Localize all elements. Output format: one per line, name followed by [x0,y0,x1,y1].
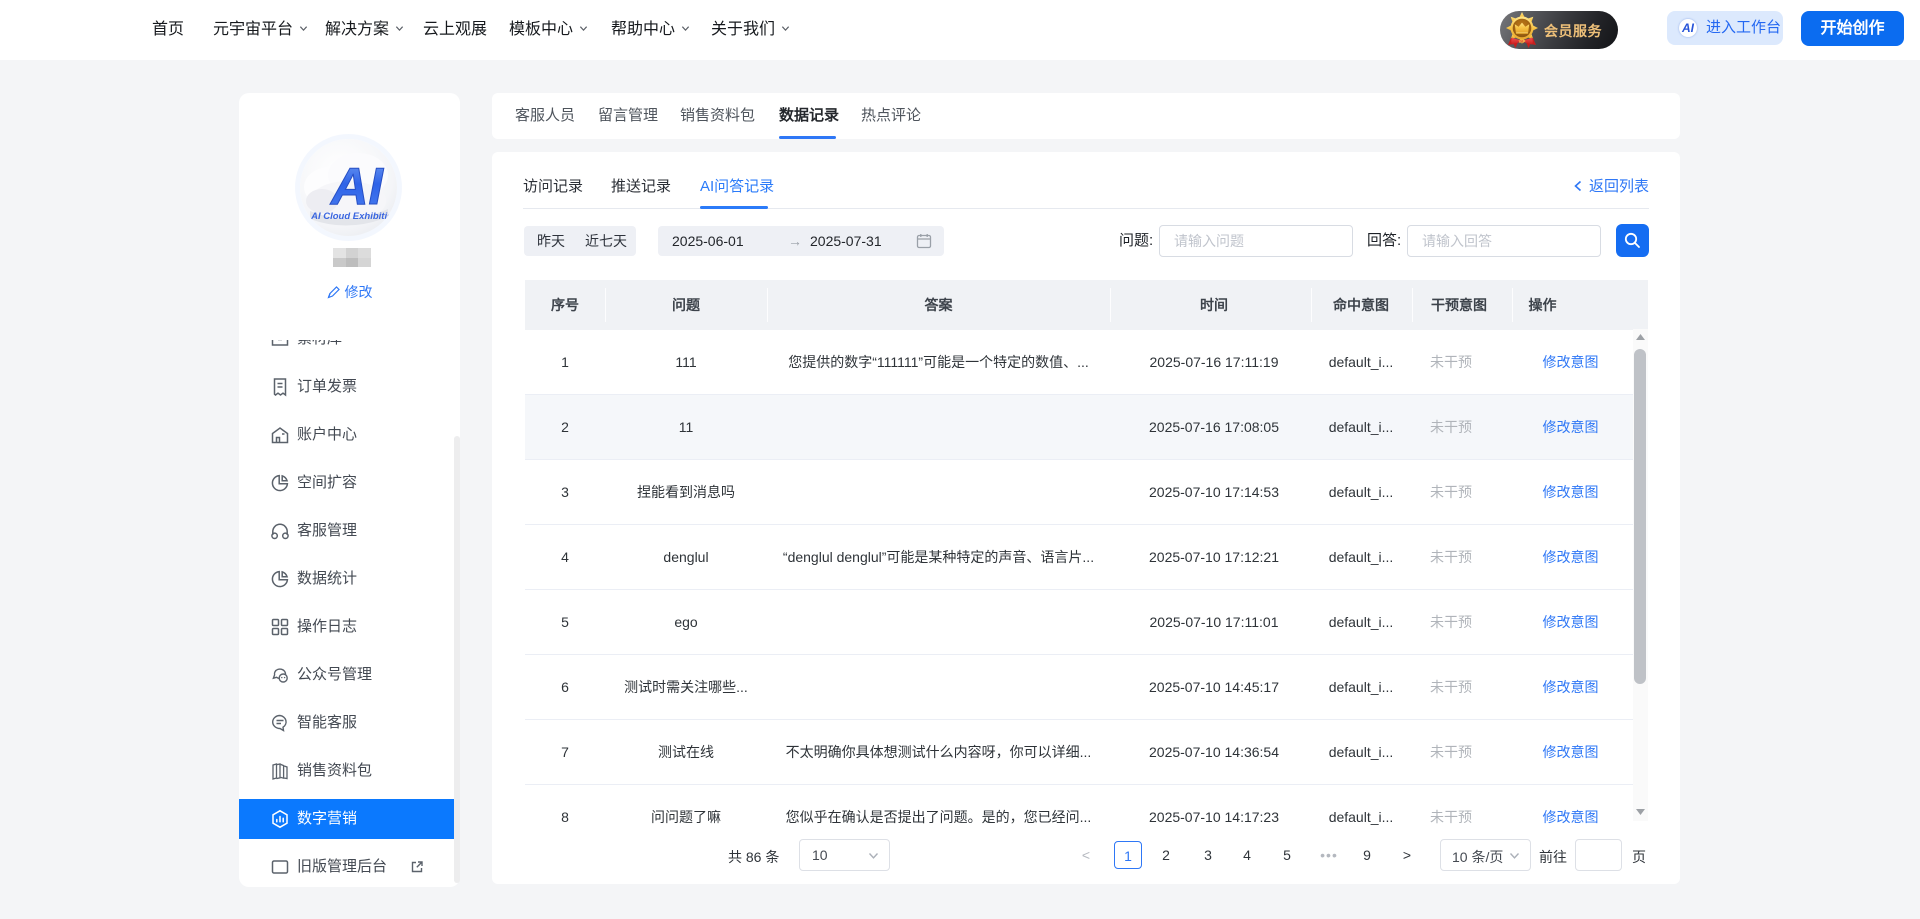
svg-text:AI Cloud Exhibitio: AI Cloud Exhibitio [310,211,393,222]
svg-text:AI: AI [329,158,385,216]
svg-text:VIP: VIP [1519,39,1526,44]
